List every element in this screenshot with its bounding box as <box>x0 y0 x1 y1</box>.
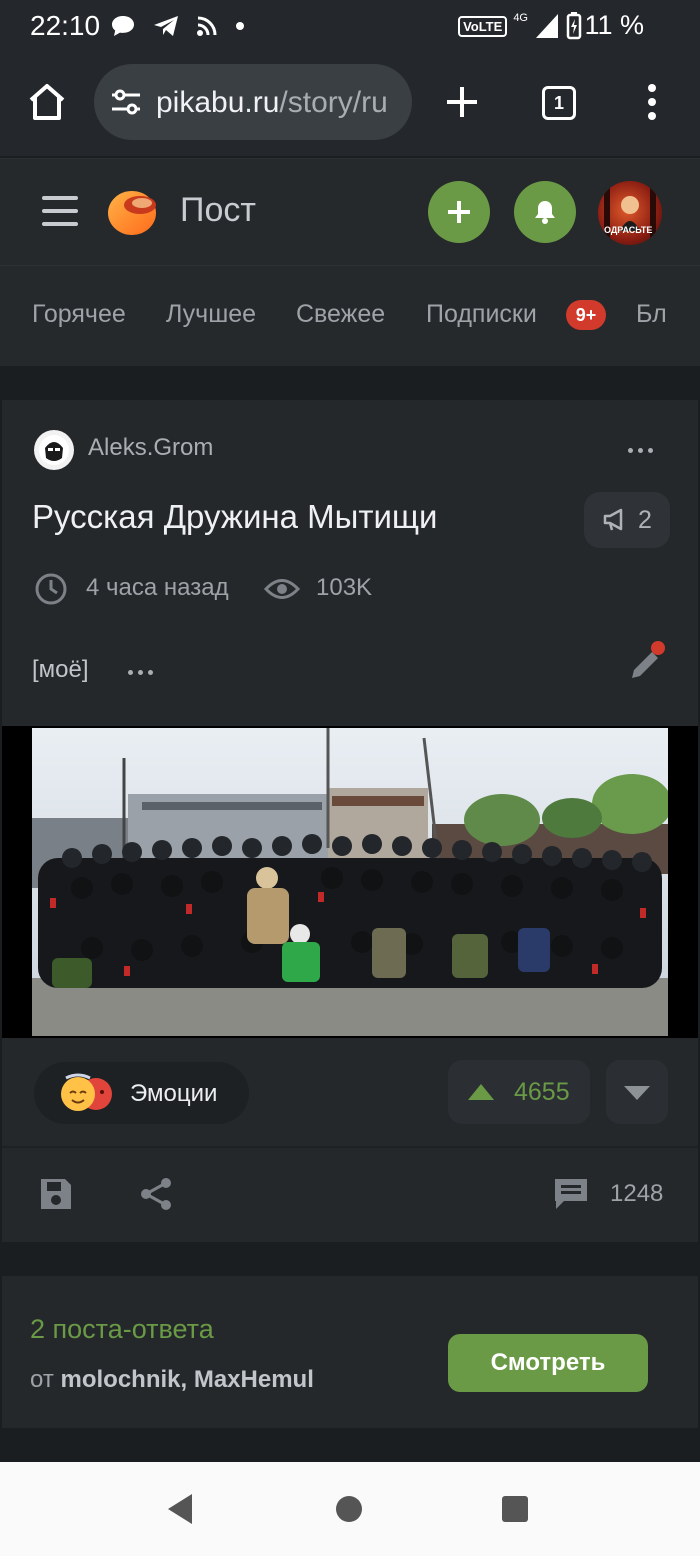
notifications-button[interactable] <box>514 181 576 243</box>
plus-icon <box>448 201 470 223</box>
hamburger-menu-icon[interactable] <box>40 193 80 229</box>
post-tag[interactable]: [моё] <box>32 656 89 684</box>
reply-posts-button[interactable]: 2 <box>584 492 670 548</box>
post-time: 4 часа назад <box>86 574 229 601</box>
author-avatar[interactable] <box>34 430 74 470</box>
emotions-faces-icon <box>61 1073 112 1111</box>
megaphone-icon <box>603 508 623 531</box>
post-image-container <box>2 726 698 1038</box>
tab-blogs[interactable]: Бл <box>636 300 667 329</box>
back-icon[interactable] <box>164 1492 196 1526</box>
signal-icon <box>536 14 558 38</box>
reply-from-prefix: от <box>30 1366 54 1393</box>
emotions-label: Эмоции <box>130 1080 218 1107</box>
rating-count: 4655 <box>514 1078 570 1106</box>
save-icon[interactable] <box>38 1176 74 1212</box>
site-settings-icon[interactable] <box>110 88 142 116</box>
more-vertical-icon[interactable] <box>644 82 660 122</box>
recents-icon[interactable] <box>500 1494 530 1524</box>
post-actions: Эмоции 4655 <box>2 1040 698 1144</box>
post-title[interactable]: Русская Дружина Мытищи <box>32 498 438 536</box>
add-post-button[interactable] <box>428 181 490 243</box>
page-title: Пост <box>180 191 256 229</box>
battery-percentage: 11 % <box>584 10 644 40</box>
arrow-up-icon <box>468 1084 494 1100</box>
view-replies-button[interactable]: Смотреть <box>448 1334 648 1392</box>
post-menu-button[interactable] <box>628 448 653 453</box>
system-navigation-bar <box>0 1462 700 1556</box>
tab-best[interactable]: Лучшее <box>166 300 256 329</box>
edit-tags-button[interactable] <box>626 640 670 684</box>
telegram-icon <box>154 16 178 36</box>
card-divider <box>2 1146 698 1148</box>
comments-count[interactable]: 1248 <box>610 1180 663 1208</box>
chat-bubble-icon <box>112 16 134 36</box>
status-time: 22:10 <box>30 10 101 41</box>
comments-icon[interactable] <box>552 1176 590 1212</box>
avatar-figure-icon <box>604 181 656 245</box>
upvote-button[interactable]: 4655 <box>448 1060 590 1124</box>
reply-posts-title[interactable]: 2 поста-ответа <box>30 1314 214 1345</box>
mask-avatar-icon <box>39 435 69 465</box>
reply-posts-count: 2 <box>638 506 652 534</box>
network-type: 4G <box>513 12 528 24</box>
subscriptions-badge: 9+ <box>566 300 606 330</box>
share-icon[interactable] <box>138 1176 174 1212</box>
arrow-down-icon <box>624 1086 650 1100</box>
emotions-button[interactable]: Эмоции <box>34 1062 249 1124</box>
pikabu-logo-icon[interactable] <box>106 183 162 239</box>
reply-posts-block: 2 поста-ответа от molochnik, MaxHemul См… <box>2 1276 698 1428</box>
home-circle-icon[interactable] <box>334 1494 364 1524</box>
rss-icon <box>197 16 217 36</box>
tab-hot[interactable]: Горячее <box>32 300 126 329</box>
home-icon[interactable] <box>26 82 68 122</box>
battery-icon <box>566 12 582 40</box>
volte-indicator: VoLTE <box>458 15 508 37</box>
status-bar: 22:10 VoLTE 4G 11 % <box>0 0 700 56</box>
avatar-caption: ОДРАСЬТЕ <box>604 225 653 235</box>
reply-author-names[interactable]: molochnik, MaxHemul <box>60 1366 313 1393</box>
new-tab-icon[interactable] <box>444 84 480 120</box>
pencil-icon <box>632 641 665 678</box>
reply-posts-authors: от molochnik, MaxHemul <box>30 1366 314 1394</box>
user-avatar[interactable]: ОДРАСЬТЕ <box>598 181 662 245</box>
tab-subscriptions[interactable]: Подписки <box>426 300 537 329</box>
bell-icon <box>535 201 555 224</box>
post-views: 103K <box>316 574 373 601</box>
post-photo[interactable] <box>32 728 668 1036</box>
site-header: Пост ОДРАСЬТЕ <box>0 158 700 266</box>
dot-icon <box>236 22 244 30</box>
url-domain: pikabu.ru <box>156 86 280 119</box>
group-photo-image <box>32 728 668 1036</box>
story-card: Aleks.Grom Русская Дружина Мытищи 2 4 ча… <box>2 400 698 1242</box>
clock-icon <box>35 573 67 605</box>
tab-switcher-button[interactable]: 1 <box>542 86 576 120</box>
tab-fresh[interactable]: Свежее <box>296 300 385 329</box>
more-tags-button[interactable] <box>128 670 153 675</box>
address-bar[interactable]: pikabu.ru/story/ru <box>94 64 412 140</box>
downvote-button[interactable] <box>606 1060 668 1124</box>
eye-icon <box>264 579 300 599</box>
url-path: /story/ru <box>279 86 388 119</box>
author-name[interactable]: Aleks.Grom <box>88 434 213 462</box>
browser-toolbar: pikabu.ru/story/ru 1 <box>0 56 700 156</box>
